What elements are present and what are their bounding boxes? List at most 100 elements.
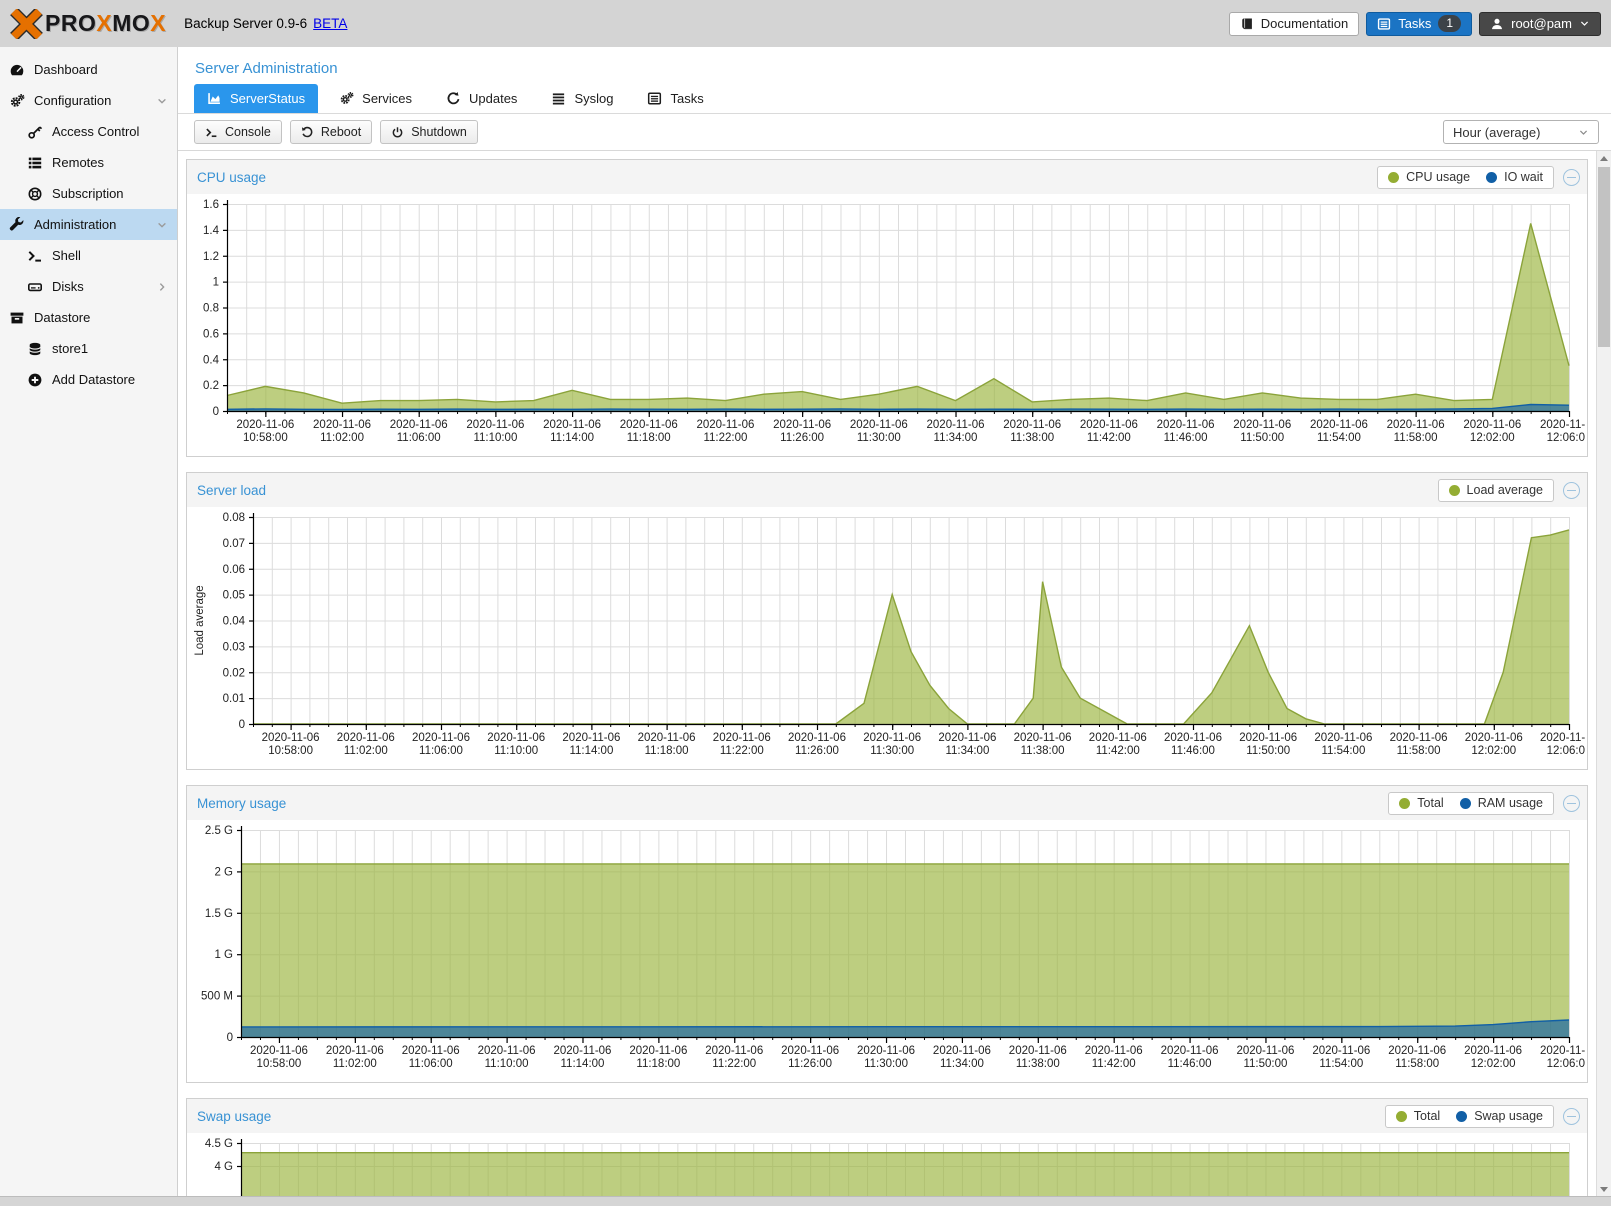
svg-text:11:18:00: 11:18:00 bbox=[645, 745, 689, 757]
shutdown-button[interactable]: Shutdown bbox=[380, 120, 478, 144]
collapse-panel-icon[interactable] bbox=[1563, 482, 1580, 499]
scroll-up-arrow-icon[interactable] bbox=[1597, 151, 1611, 165]
sidebar-item-datastore[interactable]: Datastore bbox=[0, 302, 177, 333]
svg-text:0: 0 bbox=[227, 1032, 233, 1044]
svg-text:0.6: 0.6 bbox=[203, 328, 219, 340]
tab-bar: ServerStatus Services Updates Syslog Tasks bbox=[178, 84, 1611, 114]
terminal-icon bbox=[27, 248, 43, 264]
sidebar-item-shell[interactable]: Shell bbox=[0, 240, 177, 271]
gears-icon bbox=[339, 91, 354, 106]
svg-text:2020-11-06: 2020-11-06 bbox=[773, 419, 831, 431]
beta-link[interactable]: BETA bbox=[313, 16, 347, 31]
svg-text:2020-11-06: 2020-11-06 bbox=[1014, 732, 1072, 744]
svg-text:11:06:00: 11:06:00 bbox=[419, 745, 463, 757]
svg-text:2020-11-06: 2020-11-06 bbox=[236, 419, 294, 431]
sidebar-item-subscription[interactable]: Subscription bbox=[0, 178, 177, 209]
legend-item-cpu-usage[interactable]: CPU usage bbox=[1388, 170, 1470, 184]
wrench-icon bbox=[9, 217, 25, 233]
chevron-down-icon bbox=[1579, 18, 1590, 29]
svg-text:2020-11-06: 2020-11-06 bbox=[713, 732, 771, 744]
panel-header: Server loadLoad average bbox=[187, 473, 1587, 507]
sidebar-item-label: Administration bbox=[34, 217, 116, 232]
chevron-down-icon bbox=[156, 95, 168, 107]
proxmox-wordmark: PROXMOX bbox=[45, 10, 166, 37]
reboot-button[interactable]: Reboot bbox=[290, 120, 372, 144]
sidebar-item-remotes[interactable]: Remotes bbox=[0, 147, 177, 178]
svg-text:11:42:00: 11:42:00 bbox=[1092, 1058, 1136, 1070]
svg-text:11:50:00: 11:50:00 bbox=[1246, 745, 1290, 757]
documentation-button[interactable]: Documentation bbox=[1229, 12, 1359, 36]
app-header: PROXMOX Backup Server 0.9-6 BETA Documen… bbox=[0, 0, 1611, 47]
chevron-right-icon bbox=[156, 281, 168, 293]
legend-dot-icon bbox=[1399, 798, 1410, 809]
tab-syslog[interactable]: Syslog bbox=[538, 84, 626, 113]
panel-server-load: Server loadLoad average00.010.020.030.04… bbox=[186, 472, 1588, 770]
svg-text:11:18:00: 11:18:00 bbox=[627, 432, 671, 444]
sidebar-item-configuration[interactable]: Configuration bbox=[0, 85, 177, 116]
legend-item-total[interactable]: Total bbox=[1396, 1109, 1440, 1123]
sidebar-item-disks[interactable]: Disks bbox=[0, 271, 177, 302]
sidebar-item-add-datastore[interactable]: Add Datastore bbox=[0, 364, 177, 395]
svg-text:2020-11-06: 2020-11-06 bbox=[1540, 419, 1585, 431]
legend-item-ram-usage[interactable]: RAM usage bbox=[1460, 796, 1543, 810]
svg-text:11:26:00: 11:26:00 bbox=[788, 1058, 832, 1070]
svg-text:2020-11-06: 2020-11-06 bbox=[390, 419, 448, 431]
book-icon bbox=[1240, 17, 1254, 31]
svg-text:12:02:00: 12:02:00 bbox=[1471, 745, 1516, 757]
svg-text:11:22:00: 11:22:00 bbox=[712, 1058, 756, 1070]
svg-text:11:18:00: 11:18:00 bbox=[636, 1058, 680, 1070]
legend-item-total[interactable]: Total bbox=[1399, 796, 1443, 810]
svg-text:0.08: 0.08 bbox=[223, 512, 245, 524]
tachometer-icon bbox=[9, 62, 25, 78]
tab-tasks[interactable]: Tasks bbox=[634, 84, 716, 113]
terminal-icon bbox=[205, 126, 218, 139]
tab-updates[interactable]: Updates bbox=[433, 84, 530, 113]
legend-item-swap-usage[interactable]: Swap usage bbox=[1456, 1109, 1543, 1123]
svg-text:2020-11-06: 2020-11-06 bbox=[1390, 732, 1448, 744]
gears-icon bbox=[9, 93, 25, 109]
svg-text:2020-11-06: 2020-11-06 bbox=[402, 1045, 460, 1057]
svg-text:11:14:00: 11:14:00 bbox=[550, 432, 594, 444]
svg-text:2020-11-06: 2020-11-06 bbox=[1387, 419, 1445, 431]
sidebar-item-administration[interactable]: Administration bbox=[0, 209, 177, 240]
database-icon bbox=[27, 341, 43, 357]
chart-area-icon bbox=[207, 91, 222, 106]
refresh-icon bbox=[446, 91, 461, 106]
collapse-panel-icon[interactable] bbox=[1563, 795, 1580, 812]
collapse-panel-icon[interactable] bbox=[1563, 169, 1580, 186]
svg-text:Load average: Load average bbox=[194, 585, 206, 655]
svg-text:2020-11-06: 2020-11-06 bbox=[1312, 1045, 1370, 1057]
user-menu-button[interactable]: root@pam bbox=[1479, 12, 1601, 36]
sidebar-item-label: Access Control bbox=[52, 124, 139, 139]
legend-item-load-average[interactable]: Load average bbox=[1449, 483, 1543, 497]
sidebar-item-store1[interactable]: store1 bbox=[0, 333, 177, 364]
chart-panels: CPU usageCPU usageIO wait00.20.40.60.811… bbox=[178, 151, 1596, 1206]
panel-cpu-usage: CPU usageCPU usageIO wait00.20.40.60.811… bbox=[186, 159, 1588, 457]
timeframe-select[interactable]: Hour (average) bbox=[1443, 120, 1599, 144]
svg-text:2020-11-06: 2020-11-06 bbox=[1080, 419, 1138, 431]
tab-serverstatus[interactable]: ServerStatus bbox=[194, 84, 318, 113]
sidebar-item-dashboard[interactable]: Dashboard bbox=[0, 54, 177, 85]
tasks-button[interactable]: Tasks 1 bbox=[1366, 12, 1472, 36]
vertical-scrollbar[interactable] bbox=[1596, 151, 1611, 1196]
svg-text:11:22:00: 11:22:00 bbox=[720, 745, 764, 757]
page-title: Server Administration bbox=[178, 47, 1611, 84]
svg-text:11:54:00: 11:54:00 bbox=[1321, 745, 1365, 757]
svg-text:1.2: 1.2 bbox=[203, 251, 219, 263]
svg-text:11:46:00: 11:46:00 bbox=[1164, 432, 1208, 444]
svg-text:2020-11-06: 2020-11-06 bbox=[850, 419, 908, 431]
svg-text:11:34:00: 11:34:00 bbox=[934, 432, 978, 444]
svg-text:11:38:00: 11:38:00 bbox=[1021, 745, 1065, 757]
scroll-down-arrow-icon[interactable] bbox=[1597, 1182, 1611, 1196]
collapse-panel-icon[interactable] bbox=[1563, 1108, 1580, 1125]
tab-services[interactable]: Services bbox=[326, 84, 425, 113]
sidebar-item-access-control[interactable]: Access Control bbox=[0, 116, 177, 147]
legend-item-io-wait[interactable]: IO wait bbox=[1486, 170, 1543, 184]
key-icon bbox=[27, 124, 43, 140]
svg-text:11:30:00: 11:30:00 bbox=[857, 432, 901, 444]
svg-text:1.5 G: 1.5 G bbox=[205, 908, 233, 920]
svg-text:11:42:00: 11:42:00 bbox=[1096, 745, 1140, 757]
scrollbar-thumb[interactable] bbox=[1598, 167, 1610, 347]
svg-text:11:26:00: 11:26:00 bbox=[780, 432, 824, 444]
console-button[interactable]: Console bbox=[194, 120, 282, 144]
